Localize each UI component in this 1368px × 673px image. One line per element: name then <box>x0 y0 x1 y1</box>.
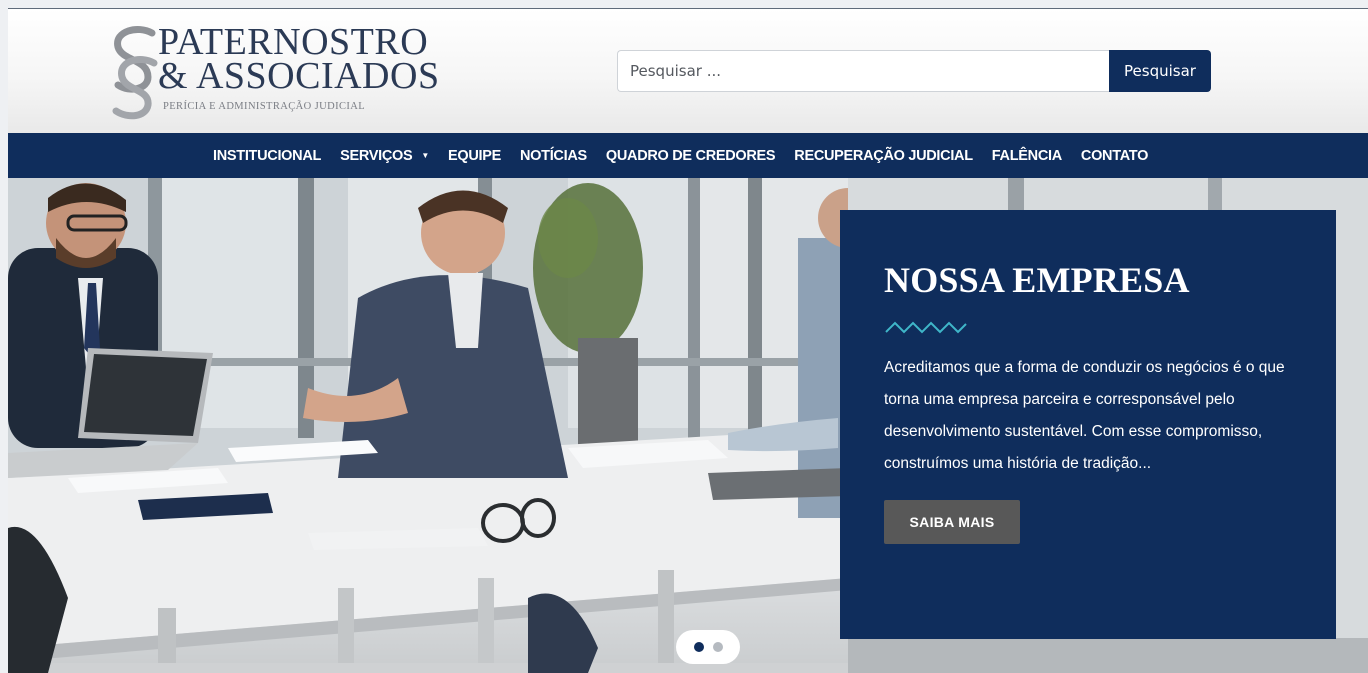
nav-item-label: EQUIPE <box>447 147 501 164</box>
hero-slider: NOSSA EMPRESA Acreditamos que a forma de… <box>8 178 1368 673</box>
search-button[interactable]: Pesquisar <box>1109 50 1211 92</box>
saiba-mais-button[interactable]: SAIBA MAIS <box>884 500 1020 544</box>
logo-name-line2: & ASSOCIADOS <box>158 55 440 97</box>
nav-item-quadro-de-credores[interactable]: QUADRO DE CREDORES <box>605 147 776 164</box>
nav-item-label: NOTÍCIAS <box>519 147 587 164</box>
slider-pagination <box>676 630 740 664</box>
nav-item-recuperacao-judicial[interactable]: RECUPERAÇÃO JUDICIAL <box>794 148 973 164</box>
site-header: PATERNOSTRO & ASSOCIADOS PERÍCIA E ADMIN… <box>8 9 1368 133</box>
nav-item-label: CONTATO <box>1080 147 1149 164</box>
page-frame-top <box>0 0 1368 8</box>
nav-item-noticias[interactable]: NOTÍCIAS <box>520 148 587 164</box>
site-logo[interactable]: PATERNOSTRO & ASSOCIADOS PERÍCIA E ADMIN… <box>108 23 439 123</box>
nav-item-contato[interactable]: CONTATO <box>1081 148 1148 164</box>
nav-item-label: QUADRO DE CREDORES <box>605 147 776 164</box>
nav-item-label: FALÊNCIA <box>991 147 1062 164</box>
nav-item-servicos[interactable]: SERVIÇOS ▼ <box>340 148 429 164</box>
hero-caption-panel: NOSSA EMPRESA Acreditamos que a forma de… <box>840 210 1336 639</box>
nav-item-label: INSTITUCIONAL <box>213 147 322 164</box>
nav-item-label: SERVIÇOS <box>340 147 413 164</box>
page-frame-left <box>0 0 8 673</box>
zigzag-divider-icon <box>885 321 967 334</box>
nav-item-equipe[interactable]: EQUIPE <box>448 148 501 164</box>
logo-tagline: PERÍCIA E ADMINISTRAÇÃO JUDICIAL <box>163 101 366 112</box>
caret-down-icon: ▼ <box>421 151 429 160</box>
interlocked-s-monogram-icon <box>112 26 158 120</box>
hero-title: NOSSA EMPRESA <box>884 260 1190 300</box>
hero-description: Acreditamos que a forma de conduzir os n… <box>884 359 1285 472</box>
search-input[interactable] <box>617 50 1109 92</box>
nav-item-falencia[interactable]: FALÊNCIA <box>992 148 1062 164</box>
nav-menu: INSTITUCIONAL SERVIÇOS ▼ EQUIPE NOTÍCIAS … <box>213 133 1167 178</box>
nav-item-label: RECUPERAÇÃO JUDICIAL <box>794 147 973 164</box>
search-form: Pesquisar <box>617 50 1211 92</box>
slide-dot-1[interactable] <box>693 642 704 652</box>
slide-dot-2[interactable] <box>712 642 723 652</box>
main-navigation: INSTITUCIONAL SERVIÇOS ▼ EQUIPE NOTÍCIAS … <box>8 133 1368 178</box>
nav-item-institucional[interactable]: INSTITUCIONAL <box>213 148 321 164</box>
